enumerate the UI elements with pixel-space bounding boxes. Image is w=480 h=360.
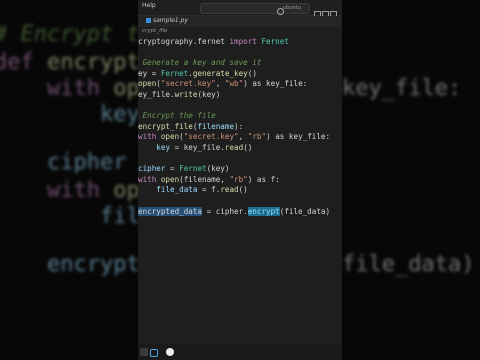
code-line: with open("secret.key", "rb") as key_fil… (138, 132, 330, 141)
code-line: ey_file.write(key) (138, 90, 220, 99)
code-token: ) as key_file: (266, 132, 331, 142)
code-token: with (138, 132, 161, 142)
download-icon[interactable] (150, 349, 158, 357)
code-line: Generate a key and save it (138, 58, 262, 68)
menu-help[interactable]: Help (142, 2, 156, 9)
code-token: , (215, 79, 225, 89)
code-token: = (165, 164, 180, 174)
code-token: open (138, 79, 157, 89)
code-token: encrypted_data (138, 206, 203, 216)
code-line: open("secret.key", "wb") as key_file: (138, 79, 307, 88)
code-line: encrypted_data = cipher.encrypt(file_dat… (138, 206, 331, 216)
code-line: with open(filename, "rb") as f: (138, 175, 280, 184)
code-token: encrypt (247, 206, 280, 216)
code-token: cipher (138, 164, 166, 174)
code-token: "rb" (229, 174, 248, 184)
code-token: () (238, 185, 248, 195)
code-token: with (0, 178, 114, 203)
code-token: (key) (206, 164, 230, 174)
code-token: Encrypt the file (138, 111, 216, 121)
code-token: Fernet (179, 164, 207, 174)
code-token: , (238, 132, 248, 142)
code-token: cryptography.fernet (138, 37, 230, 46)
circle-app-icon[interactable] (166, 348, 174, 356)
code-token: (file_data) (279, 206, 331, 216)
code-token: () (247, 68, 257, 78)
code-token: generate_key (192, 68, 248, 78)
code-token: = key_file. (170, 143, 225, 152)
code-line: cryptography.fernet import Fernet (138, 37, 289, 46)
tab-bar: sample1.py (138, 16, 342, 27)
code-token: ) as f: (247, 174, 280, 184)
code-token: = cipher. (202, 206, 248, 216)
title-bar: Help ubuntu (138, 0, 342, 18)
search-text: ubuntu (283, 5, 301, 11)
code-token: ey_file. (138, 90, 175, 99)
code-token: with (138, 174, 161, 184)
code-token: "rb" (247, 132, 267, 142)
breadcrumb[interactable]: crypt_file (142, 28, 167, 34)
code-line: file_data = f.read() (138, 185, 248, 195)
code-token: Generate a key and save it (138, 58, 262, 68)
code-line: key = key_file.read() (138, 143, 252, 152)
code-token: Fernet (256, 37, 289, 46)
code-token: Fernet (160, 68, 189, 78)
code-line: ey = Fernet.generate_key() (138, 69, 257, 78)
code-token: with (0, 76, 114, 101)
code-token: open (160, 132, 180, 142)
code-token: open (160, 174, 180, 184)
tab-label: sample1.py (153, 17, 188, 24)
code-token: cipher (0, 150, 127, 175)
taskbar (138, 344, 342, 360)
code-token: ) as key_file: (243, 79, 308, 89)
code-token: def (0, 50, 34, 75)
tab-sample1[interactable]: sample1.py (142, 17, 192, 26)
code-line: cipher = Fernet(key) (138, 164, 229, 173)
code-token: write (174, 90, 198, 99)
background-code-line-right: file_data) (342, 252, 475, 277)
code-token: = f. (197, 185, 221, 195)
code-token: read (224, 143, 244, 152)
taskbar-app-icon[interactable] (140, 348, 148, 356)
editor-screenshot: Help ubuntu sample1.py crypt_file crypto… (138, 0, 342, 360)
code-token: "secret.key" (160, 79, 216, 89)
code-line: Encrypt the file (138, 111, 216, 120)
layout-controls[interactable] (314, 3, 338, 18)
code-line: encrypt_file(filename): (138, 122, 243, 131)
code-token: key (0, 102, 140, 127)
python-file-icon (146, 18, 151, 23)
code-token: ey = (138, 68, 161, 78)
code-token: filename (197, 121, 235, 131)
code-token: import (229, 37, 257, 46)
command-search-box[interactable]: ubuntu (200, 3, 310, 15)
code-token: () (243, 143, 253, 152)
code-token: read (220, 185, 239, 195)
code-token: encrypt_file (138, 121, 193, 131)
code-token: "wb" (224, 79, 244, 89)
code-token: (filename, (179, 174, 230, 184)
code-token: key (156, 143, 171, 152)
code-token: ): (234, 121, 244, 131)
code-token: "secret.key" (183, 132, 239, 142)
background-code-line-right: key_file: (342, 76, 462, 101)
code-token: file_data (156, 185, 198, 195)
code-token: (key) (197, 90, 221, 99)
